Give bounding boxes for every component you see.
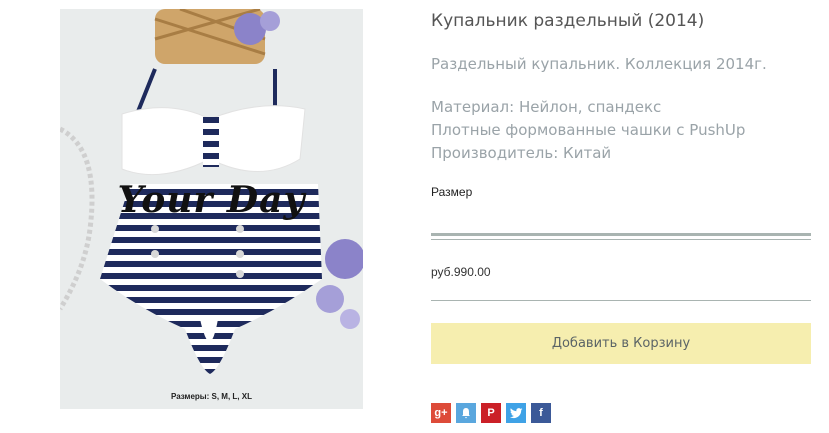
add-to-cart-button[interactable]: Добавить в Корзину — [431, 323, 811, 364]
product-manufacturer: Производитель: Китай — [431, 144, 612, 162]
product-price: руб.990.00 — [431, 265, 491, 279]
facebook-icon[interactable]: f — [531, 403, 551, 423]
image-watermark: Your Day — [117, 179, 306, 221]
share-bar: g+ P f — [431, 403, 551, 423]
product-description: Раздельный купальник. Коллекция 2014г. — [431, 55, 767, 73]
divider — [431, 233, 811, 240]
google-plus-icon[interactable]: g+ — [431, 403, 451, 423]
size-label: Размер — [431, 185, 473, 199]
bell-icon[interactable] — [456, 403, 476, 423]
product-cups: Плотные формованные чашки с PushUp — [431, 121, 746, 139]
product-title: Купальник раздельный (2014) — [431, 11, 705, 31]
pinterest-icon[interactable]: P — [481, 403, 501, 423]
twitter-icon[interactable] — [506, 403, 526, 423]
divider — [431, 300, 811, 301]
image-sizes-caption: Размеры: S, M, L, XL — [171, 392, 252, 401]
product-image[interactable]: Your Day Размеры: S, M, L, XL — [60, 9, 363, 409]
product-material: Материал: Нейлон, спандекс — [431, 98, 662, 116]
